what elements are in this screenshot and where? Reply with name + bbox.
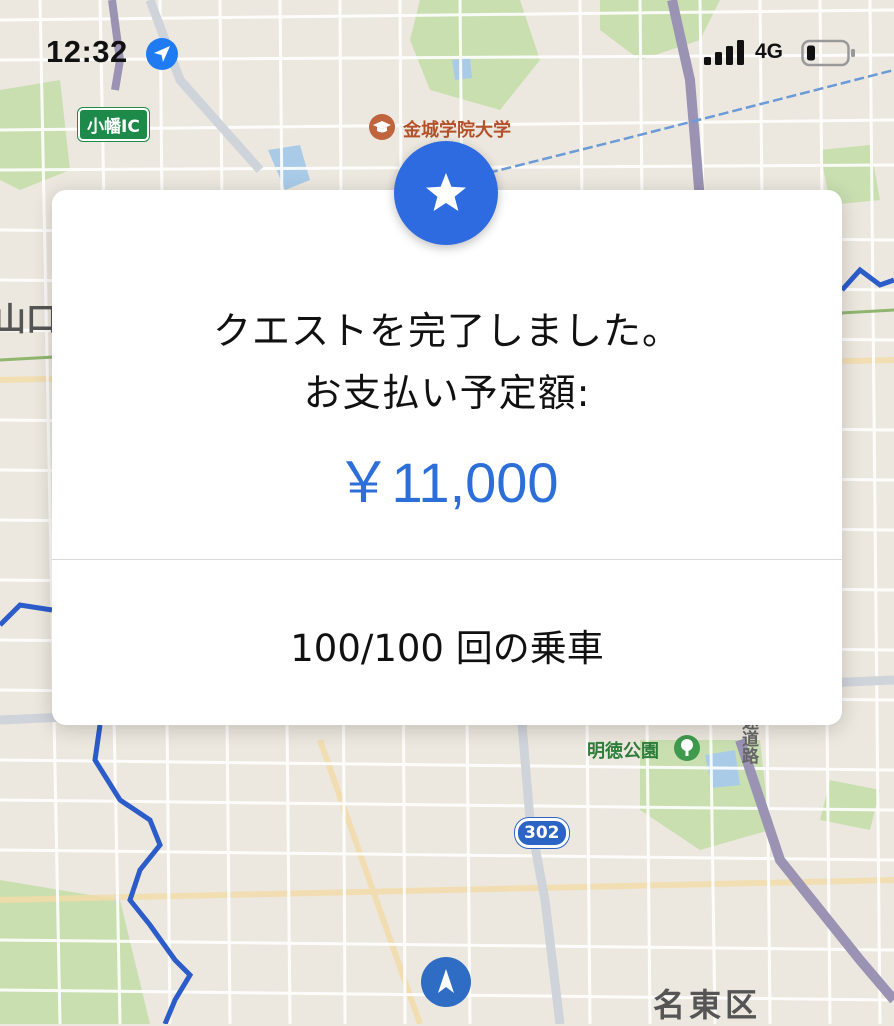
interchange-label: 小幡IC: [78, 108, 149, 141]
status-bar: 12:32 4G: [0, 0, 894, 100]
network-type: 4G: [755, 40, 784, 63]
ward-label: 名東区: [653, 986, 762, 1024]
graduation-cap-icon: [369, 114, 395, 140]
signal-bars-icon: [704, 40, 744, 65]
partial-area-label: 山口: [0, 300, 59, 338]
route-number-badge: 302: [515, 818, 569, 848]
rides-progress: 100/100 回の乗車: [290, 627, 604, 670]
dialog-divider: [52, 559, 842, 560]
battery-icon: [801, 39, 855, 67]
quest-complete-message: クエストを完了しました。: [212, 309, 681, 353]
star-icon: [426, 173, 466, 211]
payment-label: お支払い予定額:: [303, 371, 591, 415]
quest-star-badge: [394, 141, 498, 245]
university-label[interactable]: 金城学院大学: [403, 116, 511, 142]
status-time: 12:32: [46, 34, 128, 69]
payment-amount: ￥11,000: [335, 451, 559, 514]
location-arrow-icon: [146, 38, 178, 70]
navigation-arrow-icon[interactable]: [420, 956, 472, 1008]
quest-complete-dialog: クエストを完了しました。 お支払い予定額: ￥11,000 100/100 回の…: [52, 190, 842, 725]
park-label[interactable]: 明徳公園: [587, 737, 659, 763]
park-tree-icon: [674, 735, 700, 761]
